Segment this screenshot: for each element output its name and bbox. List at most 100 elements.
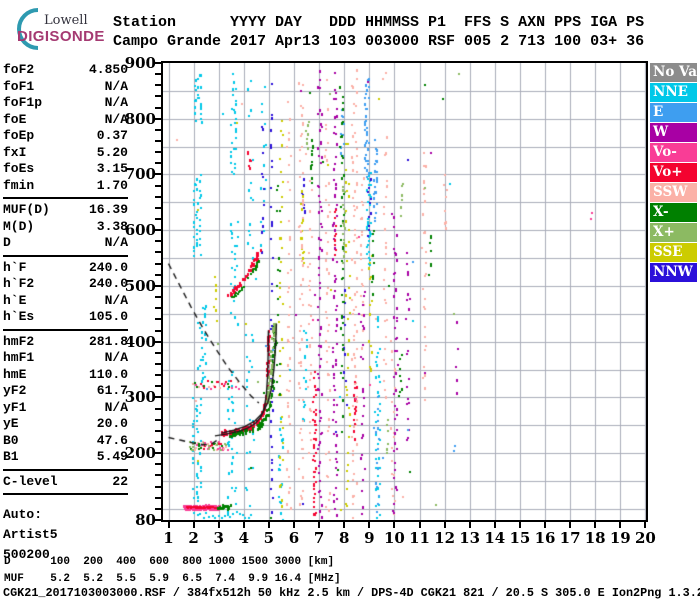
param-value: 0.37 [96,128,128,143]
y-axis-label: 500 [124,276,156,295]
y-axis-label: 800 [124,109,156,128]
param-label: foEp [3,128,35,143]
y-axis-tick [155,128,161,131]
legend-item: E [650,103,697,122]
param-value: N/A [104,95,128,110]
y-axis-tick [155,296,161,299]
legend-item: Vo+ [650,163,697,182]
x-axis-tick [518,522,521,528]
y-axis-label: 900 [124,54,156,72]
x-axis-label: 5 [263,529,275,547]
logo-digisonde-text: DIGISONDE [17,28,105,45]
param-value: 5.20 [96,144,128,160]
y-axis-tick [155,351,161,354]
header-values-line: Campo Grande 2017 Apr13 103 003000 RSF 0… [113,33,645,50]
y-axis-tick [155,307,161,310]
param-value: N/A [104,78,128,94]
param-label: D [3,235,11,250]
legend-item: NNE [650,83,697,102]
x-axis-label: 18 [584,529,606,547]
y-axis-tick [155,206,161,209]
param-row: D N/A [3,235,128,252]
x-axis-label: 7 [313,529,325,547]
x-axis-label: 4 [238,529,250,547]
param-label: M(D) [3,218,35,234]
y-axis-tick [155,84,161,87]
param-value: 4.850 [88,62,128,77]
param-label: fmin [3,177,35,193]
y-axis-tick [155,162,161,165]
x-axis-tick [343,522,346,528]
param-value: 61.7 [96,383,128,398]
param-label: foEs [3,161,35,176]
y-axis-tick [155,95,161,98]
header-columns-line: Station YYYY DAY DDD HHMMSS P1 FFS S AXN… [113,14,645,31]
legend-item: SSW [650,183,697,202]
param-row: foE N/A [3,112,128,129]
param-value: 5.49 [96,449,128,464]
autoscaling-line: Auto: [3,507,43,522]
legend-item: X- [650,203,697,222]
x-axis-label: 10 [383,529,405,547]
param-group-divider [3,493,128,495]
param-group-divider [3,197,128,199]
y-axis-label: 400 [124,332,156,351]
y-axis-tick [155,362,161,365]
x-axis-label: 16 [534,529,556,547]
param-value: 3.15 [96,161,128,176]
y-axis-tick [155,418,161,421]
param-label: C-level [3,473,58,489]
legend-item: X+ [650,223,697,242]
x-axis-tick [318,522,321,528]
x-axis-label: 8 [338,529,350,547]
x-axis-label: 19 [609,529,631,547]
y-axis-tick [155,151,161,154]
param-row: hmE 110.0 [3,367,128,384]
x-axis-label: 12 [434,529,456,547]
param-label: foE [3,111,27,127]
param-value: 240.0 [88,259,128,275]
param-group-divider [3,328,128,331]
x-axis-tick [393,522,396,528]
param-label: foF1p [3,95,43,110]
param-label: h`E [3,292,27,308]
y-axis-tick [155,273,161,276]
param-value: 22 [112,473,128,489]
param-group-divider [3,468,128,471]
x-axis-tick [443,522,446,528]
param-row: yE 20.0 [3,416,128,433]
y-axis-tick [155,195,161,198]
y-axis-tick [155,496,161,499]
param-label: yF2 [3,383,27,398]
param-value: 281.8 [88,333,128,349]
param-value: 240.0 [88,276,128,291]
y-axis-tick [155,429,161,432]
y-axis-tick [155,385,161,388]
x-axis-label: 14 [484,529,506,547]
param-label: yF1 [3,399,27,415]
logo-lowell-text: Lowell [44,13,88,28]
param-row: yF1 N/A [3,400,128,417]
x-axis-tick [619,522,622,528]
param-value: N/A [104,235,128,250]
param-value: N/A [104,292,128,308]
y-axis-tick [155,507,161,510]
param-value: 105.0 [88,309,128,324]
param-row: h`F 240.0 [3,260,128,277]
distance-row: D 100 200 400 600 800 1000 1500 3000 [km… [4,556,335,568]
y-axis-tick [155,440,161,443]
x-axis-label: 1 [163,529,174,547]
x-axis-tick [468,522,471,528]
y-axis-tick [155,329,161,332]
y-axis-label: 300 [124,388,156,407]
x-axis-label: 15 [509,529,531,547]
param-row: B0 47.6 [3,433,128,450]
y-axis-tick [155,184,161,187]
legend-item: SSE [650,243,697,262]
x-axis-tick [167,522,170,528]
y-axis-tick [155,251,161,254]
param-value: N/A [104,350,128,365]
y-axis-tick [155,463,161,466]
y-axis-tick [155,140,161,143]
digisonde-ionogram-app: Lowell DIGISONDE Station YYYY DAY DDD HH… [0,0,700,600]
